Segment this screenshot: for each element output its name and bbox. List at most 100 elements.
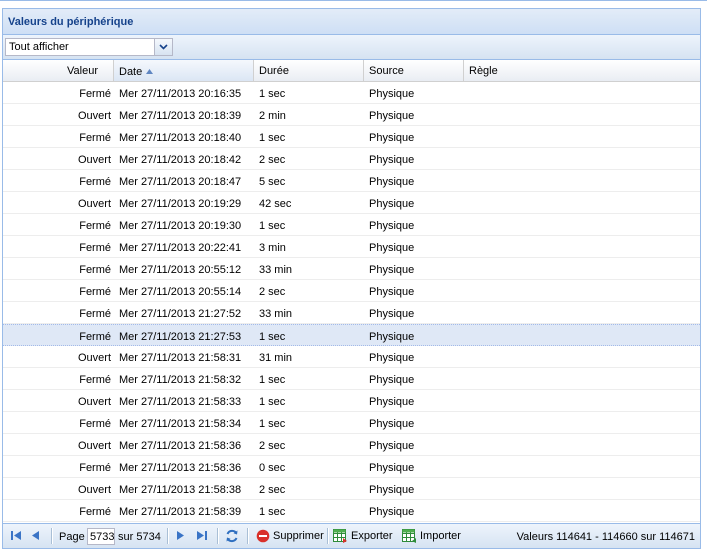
cell-source: Physique [369,374,415,386]
column-header-valeur[interactable]: Valeur [3,60,114,81]
filter-combo[interactable]: Tout afficher [5,38,173,56]
table-row[interactable]: Fermé Mer 27/11/2013 20:55:12 33 min Physiq… [3,258,700,280]
cell-date: Mer 27/11/2013 20:22:41 [119,242,242,254]
column-header-source[interactable]: Source [364,60,464,81]
page-number-input[interactable]: 5733 [87,528,115,545]
cell-duree: 1 sec [259,396,286,408]
cell-source: Physique [369,110,415,122]
toolbar-separator [247,528,249,544]
cell-source: Physique [369,264,415,276]
cell-date: Mer 27/11/2013 20:18:42 [119,154,242,166]
table-row[interactable]: Ouvert Mer 27/11/2013 21:58:33 1 sec Physiq… [3,390,700,412]
export-spreadsheet-icon [333,529,347,543]
cell-date: Mer 27/11/2013 21:58:31 [119,352,242,364]
column-header-label: Source [369,65,404,77]
paging-info: Valeurs 114641 - 114660 sur 114671 [516,531,695,543]
first-page-button[interactable] [10,530,22,541]
cell-valeur: Fermé [79,462,111,474]
table-row[interactable]: Fermé Mer 27/11/2013 20:22:41 3 min Physiqu… [3,236,700,258]
table-row[interactable]: Fermé Mer 27/11/2013 21:27:53 1 sec Physiqu… [3,324,700,346]
table-row[interactable]: Fermé Mer 27/11/2013 20:16:35 1 sec Physiqu… [3,82,700,104]
refresh-icon [226,529,238,543]
table-row[interactable]: Ouvert Mer 27/11/2013 21:58:31 31 min Physi… [3,346,700,368]
table-row[interactable]: Ouvert Mer 27/11/2013 20:18:39 2 min Physiq… [3,104,700,126]
table-row[interactable]: Ouvert Mer 27/11/2013 20:19:29 42 sec Physi… [3,192,700,214]
last-page-button[interactable] [196,530,208,541]
import-button[interactable]: Importer [402,529,461,543]
cell-duree: 2 sec [259,154,286,166]
delete-button[interactable]: Supprimer [256,529,324,543]
cell-duree: 42 sec [259,198,292,210]
cell-date: Mer 27/11/2013 20:18:47 [119,176,242,188]
export-button[interactable]: Exporter [333,529,393,543]
cell-source: Physique [369,440,415,452]
cell-date: Mer 27/11/2013 20:16:35 [119,88,242,100]
next-page-icon [177,531,184,540]
cell-date: Mer 27/11/2013 21:58:36 [119,462,242,474]
cell-valeur: Ouvert [77,198,111,210]
cell-date: Mer 27/11/2013 20:55:12 [119,264,242,276]
cell-source: Physique [369,308,415,320]
table-row[interactable]: Fermé Mer 27/11/2013 20:55:14 2 sec Physiqu… [3,280,700,302]
cell-source: Physique [369,88,415,100]
cell-date: Mer 27/11/2013 20:55:14 [119,286,242,298]
cell-valeur: Fermé [79,374,111,386]
cell-source: Physique [369,286,415,298]
cell-date: Mer 27/11/2013 20:18:40 [119,132,242,144]
table-row[interactable]: Fermé Mer 27/11/2013 21:58:34 1 sec Physiqu… [3,412,700,434]
cell-duree: 1 sec [259,418,286,430]
cell-duree: 1 sec [259,132,286,144]
cell-valeur: Fermé [79,176,111,188]
cell-date: Mer 27/11/2013 20:19:29 [119,198,242,210]
table-row[interactable]: Fermé Mer 27/11/2013 21:27:52 33 min Physiq… [3,302,700,324]
cell-valeur: Ouvert [77,110,111,122]
filter-combo-trigger[interactable] [155,38,173,56]
filter-combo-value[interactable]: Tout afficher [5,38,155,56]
previous-page-button[interactable] [31,530,40,541]
first-page-icon [11,531,21,540]
cell-date: Mer 27/11/2013 21:58:38 [119,484,242,496]
cell-source: Physique [369,418,415,430]
column-header-regle[interactable]: Règle [464,60,700,81]
cell-valeur: Fermé [79,242,111,254]
filter-toolbar: Tout afficher [3,35,700,60]
column-header-duree[interactable]: Durée [254,60,364,81]
cell-valeur: Fermé [79,506,111,518]
cell-source: Physique [369,132,415,144]
cell-source: Physique [369,396,415,408]
table-row[interactable]: Ouvert Mer 27/11/2013 20:18:42 2 sec Physiq… [3,148,700,170]
cell-duree: 0 sec [259,462,286,474]
table-row[interactable]: Fermé Mer 27/11/2013 21:58:39 1 sec Physiqu… [3,500,700,522]
cell-date: Mer 27/11/2013 21:58:32 [119,374,242,386]
cell-valeur: Fermé [79,286,111,298]
cell-date: Mer 27/11/2013 21:27:52 [119,308,242,320]
cell-source: Physique [369,220,415,232]
table-row[interactable]: Fermé Mer 27/11/2013 20:18:47 5 sec Physiqu… [3,170,700,192]
grid-header: Valeur Date Durée Source Règle [3,60,700,82]
table-row[interactable]: Fermé Mer 27/11/2013 21:58:36 0 sec Physiqu… [3,456,700,478]
table-row[interactable]: Fermé Mer 27/11/2013 20:18:40 1 sec Physiqu… [3,126,700,148]
next-page-button[interactable] [176,530,185,541]
table-row[interactable]: Fermé Mer 27/11/2013 20:19:30 1 sec Physiqu… [3,214,700,236]
cell-source: Physique [369,198,415,210]
toolbar-separator [327,528,329,544]
cell-source: Physique [369,506,415,518]
refresh-button[interactable] [225,529,239,543]
table-row[interactable]: Fermé Mer 27/11/2013 21:58:32 1 sec Physiqu… [3,368,700,390]
delete-button-label: Supprimer [273,530,324,542]
previous-page-icon [32,531,39,540]
last-page-icon [197,531,207,540]
cell-duree: 1 sec [259,220,286,232]
column-header-date[interactable]: Date [114,60,254,81]
cell-duree: 31 min [259,352,293,364]
cell-date: Mer 27/11/2013 21:58:33 [119,396,242,408]
cell-source: Physique [369,462,415,474]
chevron-down-icon [159,44,168,50]
cell-valeur: Fermé [79,88,111,100]
table-row[interactable]: Ouvert Mer 27/11/2013 21:58:38 2 sec Physiq… [3,478,700,500]
cell-valeur: Fermé [79,418,111,430]
toolbar-separator [217,528,219,544]
table-row[interactable]: Ouvert Mer 27/11/2013 21:58:36 2 sec Physiq… [3,434,700,456]
cell-valeur: Fermé [79,220,111,232]
cell-duree: 2 sec [259,440,286,452]
